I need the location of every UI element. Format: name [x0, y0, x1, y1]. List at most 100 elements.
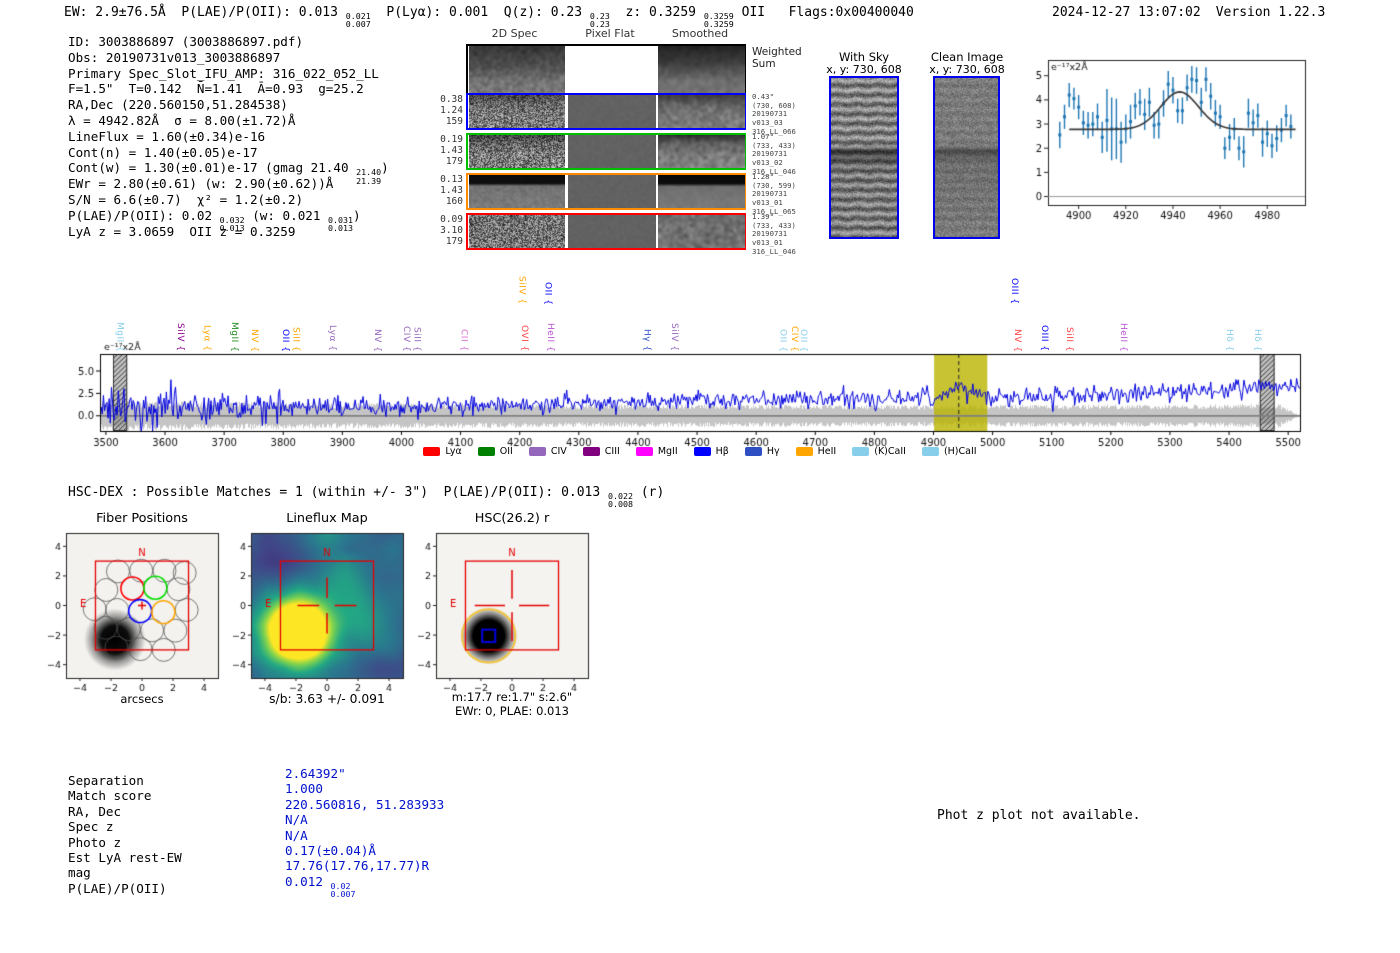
- legend-label: MgII: [657, 446, 678, 457]
- legend-item-HeII: HeII: [795, 446, 837, 457]
- match-table-value: 220.560816, 51.283933: [285, 796, 445, 812]
- spec2d-row: [466, 93, 746, 130]
- match-table-label: Separation: [68, 773, 144, 788]
- emission-line-label-OVI: OVI {: [519, 325, 530, 352]
- with-sky-image-frame: [829, 76, 899, 239]
- emission-line-label-MgII: MgII {: [114, 321, 125, 352]
- match-table-label: RA, Dec: [68, 803, 122, 819]
- hsc-cutout-xlabel-2: EWr: 0, PLAE: 0.013: [455, 704, 569, 718]
- superscript-subscript-value: 0.031 0.013: [328, 214, 354, 234]
- info-line: Primary Spec_Slot_IFU_AMP: 316_022_052_L…: [68, 65, 379, 81]
- clean-image-title: Clean Image: [930, 50, 1004, 64]
- superscript-subscript-value: 0.022 0.008: [608, 491, 634, 510]
- detection-info-block: ID: 3003886897 (3003886897.pdf) Obs: 2019…: [68, 34, 389, 239]
- spec2d-row-right-labels: 1.39" (733, 433) 20190731 v013_01 316_LL…: [752, 212, 796, 256]
- info-line: P(LAE)/P(OII): 0.02 0.032 0.013 (w: 0.021…: [68, 207, 361, 234]
- match-table-label: Est LyA rest-EW: [68, 850, 182, 866]
- emission-line-label-SiIV: SiIV {: [516, 276, 527, 305]
- legend-item-(K)CaII: (K)CaII: [852, 446, 906, 457]
- with-sky-coords: x, y: 730, 608: [826, 63, 902, 76]
- match-table-value: N/A: [285, 812, 308, 828]
- emission-line-label-OIII: OIII {: [1039, 325, 1050, 352]
- spec2d-row-right-labels: 0.43" (730, 608) 20190731 v013_03 316_LL…: [752, 92, 796, 136]
- report-version: Version 1.22.3: [1215, 5, 1326, 20]
- fiber-positions-title: Fiber Positions: [96, 511, 188, 526]
- emission-line-label-NV: NV {: [1012, 328, 1023, 352]
- info-line: LineFlux = 1.60(±0.34)e-16: [68, 128, 266, 144]
- with-sky-image: [831, 78, 897, 237]
- hsc-cutout-xlabel-1: m:17.7 re:1.7" s:2.6": [451, 690, 573, 704]
- match-table-labels: Separation Match score RA, Dec Spec z Photo …: [68, 773, 182, 896]
- info-line: EWr = 2.80(±0.61) (w: 2.90(±0.62))Å: [68, 176, 334, 192]
- info-line: λ = 4942.82Å σ = 8.00(±1.72)Å: [68, 112, 296, 128]
- legend-label: HeII: [817, 446, 837, 457]
- line-fit-plot: [1028, 48, 1318, 226]
- match-table-value: 0.012 0.02 0.007: [285, 873, 356, 900]
- fiber-positions-plot: [36, 526, 236, 692]
- info-line: F=1.5" T=0.142 N̄=1.41 Ā=0.93 g=25.2: [68, 81, 364, 97]
- spec2d-row-right-labels: 1.28" (730, 599) 20190731 v013_01 316_LL…: [752, 172, 796, 216]
- legend-swatch: [423, 447, 441, 456]
- spec2d-col-header-smoothed: Smoothed: [671, 27, 729, 40]
- hsc-cutout-plot: [406, 526, 606, 692]
- legend-item-CIII: CIII: [582, 446, 620, 457]
- legend-swatch: [528, 447, 546, 456]
- emission-line-label-OII: OII {: [777, 328, 788, 352]
- legend-label: Lyα: [445, 446, 462, 457]
- spec2d-row-left-values: 0.38 1.24 159: [440, 94, 463, 127]
- legend-swatch: [795, 447, 813, 456]
- match-table-label: mag: [68, 865, 91, 881]
- spec2d-col-header-2dspec: 2D Spec: [491, 27, 538, 40]
- superscript-subscript-value: 0.02 0.007: [330, 880, 356, 900]
- lineflux-map-xlabel: s/b: 3.63 +/- 0.091: [269, 692, 385, 706]
- emission-line-label-Lyα: Lyα {: [201, 325, 212, 352]
- spec2d-row-left-values: 0.19 1.43 179: [440, 134, 463, 167]
- info-line: Cont(n) = 1.40(±0.05)e-17: [68, 144, 258, 160]
- legend-item-Hβ: Hβ: [693, 446, 729, 457]
- legend-label: OII: [499, 446, 513, 457]
- legend-item-Hγ: Hγ: [744, 446, 780, 457]
- emission-line-label-HeII: HeII {: [545, 322, 556, 352]
- match-table-label: Spec z: [68, 819, 114, 835]
- emission-line-label-NV: NV {: [371, 328, 382, 352]
- emission-line-label-MgII: MgII {: [228, 321, 239, 352]
- report-meta: 2024-12-27 13:07:02 Version 1.22.3: [1052, 5, 1325, 20]
- emission-line-label-Hδ: Hδ {: [1252, 329, 1263, 352]
- match-table-label: P(LAE)/P(OII): [68, 880, 167, 896]
- legend-label: CIV: [550, 446, 567, 457]
- legend-swatch: [744, 447, 762, 456]
- clean-image-frame: [933, 76, 1000, 239]
- legend-label: Hβ: [715, 446, 729, 457]
- photz-note: Phot z plot not available.: [937, 808, 1141, 823]
- legend-swatch: [852, 447, 870, 456]
- spec2d-row: [466, 133, 746, 170]
- lineflux-map-plot: [221, 526, 421, 692]
- emission-line-label-Lyα: Lyα {: [326, 325, 337, 352]
- emission-line-label-SiII: SiII {: [1064, 326, 1075, 352]
- legend-swatch: [921, 447, 939, 456]
- emission-line-label-CII: CII {: [458, 329, 469, 352]
- legend-item-CIV: CIV: [528, 446, 567, 457]
- legend-label: (K)CaII: [874, 446, 906, 457]
- info-line: RA,Dec (220.560150,51.284538): [68, 97, 288, 113]
- with-sky-title: With Sky: [838, 50, 890, 64]
- superscript-subscript-value: 21.40 21.39: [356, 167, 382, 186]
- weighted-sum-label: Weighted Sum: [752, 46, 802, 70]
- match-table-value: 17.76(17.76,17.77)R: [285, 858, 430, 874]
- match-table-value: N/A: [285, 827, 308, 843]
- lineflux-map-title: Lineflux Map: [286, 511, 368, 526]
- emission-line-label-OII: OII {: [280, 328, 291, 352]
- emission-line-label-SiII: SiII {: [290, 326, 301, 352]
- emission-line-label-Hδ: Hδ {: [1224, 329, 1235, 352]
- emission-line-label-OIII: OIII {: [1009, 278, 1020, 305]
- legend-item-(H)CaII: (H)CaII: [921, 446, 977, 457]
- match-table-value: 2.64392": [285, 766, 346, 781]
- spectrum-legend: Lyα OII CIV CIII MgII Hβ Hγ HeII (K)CaII (H)CaII: [100, 446, 1300, 457]
- emission-line-label-NV: NV {: [248, 328, 259, 352]
- elixer-report-page: EW: 2.9±76.5Å P(LAE)/P(OII): 0.013 0.021…: [0, 0, 1400, 953]
- hsc-cutout-title: HSC(26.2) r: [474, 511, 550, 526]
- info-line: ID: 3003886897 (3003886897.pdf): [68, 34, 304, 49]
- full-spectrum-plot: [72, 338, 1317, 452]
- emission-line-label-SiIV: SiIV {: [669, 323, 680, 352]
- spec2d-row: [466, 173, 746, 210]
